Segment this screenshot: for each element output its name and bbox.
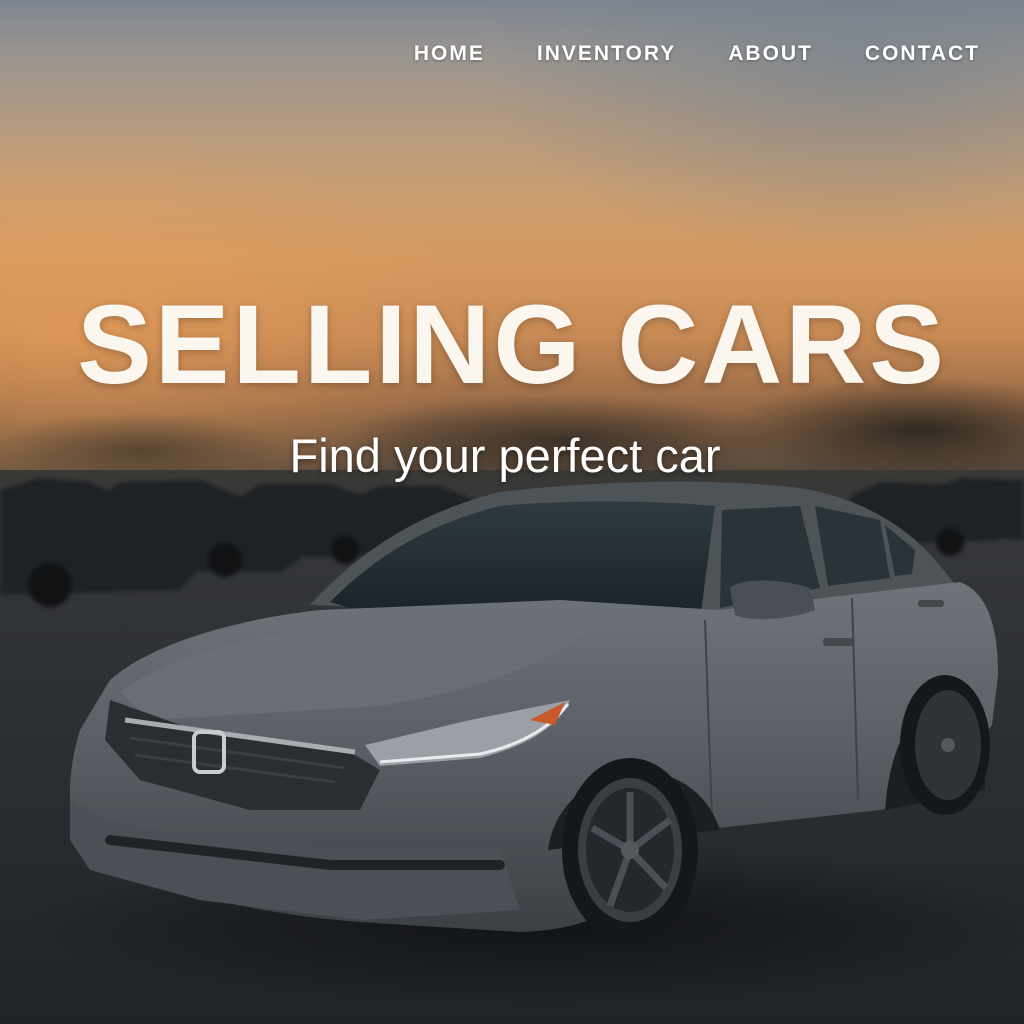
nav-home-link[interactable]: HOME — [414, 42, 485, 66]
rear-wheel — [900, 675, 990, 815]
featured-sedan — [20, 481, 1024, 1005]
front-wheel — [562, 758, 698, 942]
nav-contact-link[interactable]: CONTACT — [865, 42, 980, 66]
nav-inventory-link[interactable]: INVENTORY — [537, 42, 676, 66]
hero-subtitle: Find your perfect car — [289, 429, 721, 482]
hero-section — [0, 0, 1024, 1024]
nav-about-link[interactable]: ABOUT — [728, 42, 813, 66]
hero-title: SELLING CARS — [77, 282, 947, 407]
main-nav: HOME INVENTORY ABOUT CONTACT — [414, 42, 980, 66]
